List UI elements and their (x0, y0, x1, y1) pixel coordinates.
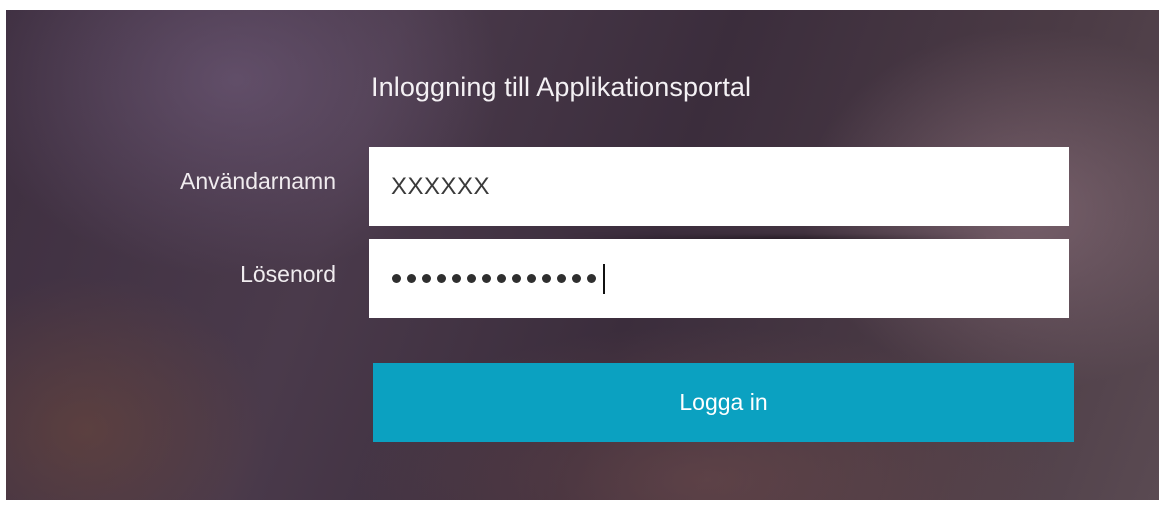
password-label: Lösenord (240, 261, 336, 287)
password-field[interactable] (369, 239, 1069, 318)
password-dot (437, 274, 446, 283)
password-dot (422, 274, 431, 283)
password-dot (542, 274, 551, 283)
username-field[interactable]: XXXXXX (369, 147, 1069, 226)
password-dot (557, 274, 566, 283)
login-button[interactable]: Logga in (373, 363, 1074, 442)
username-label: Användarnamn (180, 168, 336, 194)
password-dot (467, 274, 476, 283)
password-dot (482, 274, 491, 283)
password-dot (407, 274, 416, 283)
login-panel: Inloggning till Applikationsportal Använ… (6, 10, 1159, 500)
text-caret (603, 263, 605, 294)
password-dot (497, 274, 506, 283)
password-dot (587, 274, 596, 283)
password-dot (512, 274, 521, 283)
username-value: XXXXXX (391, 172, 491, 200)
password-masked-value (392, 263, 605, 294)
page-title: Inloggning till Applikationsportal (371, 72, 752, 102)
password-dot (452, 274, 461, 283)
password-dot (572, 274, 581, 283)
password-dot (392, 274, 401, 283)
password-dot (527, 274, 536, 283)
